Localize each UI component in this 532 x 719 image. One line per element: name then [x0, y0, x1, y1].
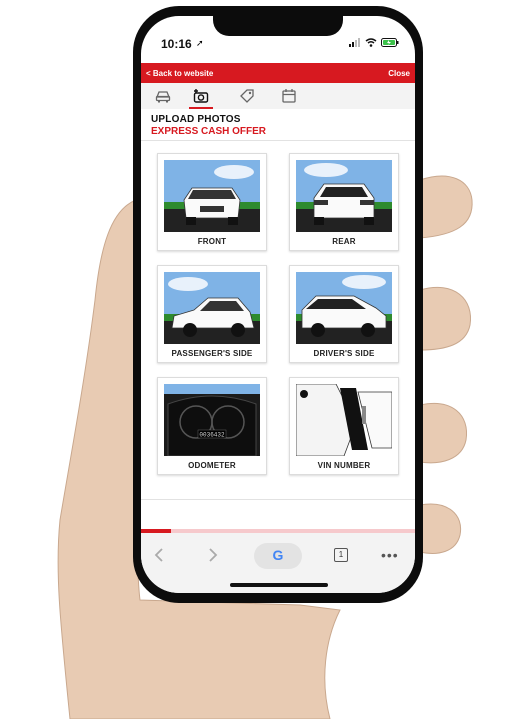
- photo-card-vin-number[interactable]: VIN NUMBER: [289, 377, 399, 475]
- photo-label: ODOMETER: [188, 461, 236, 470]
- photo-card-rear[interactable]: REAR: [289, 153, 399, 251]
- close-button[interactable]: Close: [388, 69, 410, 78]
- price-tag-icon[interactable]: [239, 88, 255, 104]
- header-bar: < Back to website Close: [141, 63, 415, 83]
- status-time: 10:16: [161, 37, 192, 51]
- vin-door-jamb-photo: [296, 384, 392, 456]
- wifi-icon: [365, 38, 377, 47]
- google-search-button[interactable]: G: [254, 543, 302, 569]
- battery-charging-icon: [381, 38, 399, 47]
- page-subtitle: EXPRESS CASH OFFER: [151, 126, 267, 137]
- camera-plus-icon[interactable]: [193, 88, 209, 104]
- home-indicator: [230, 583, 328, 587]
- photo-label: FRONT: [197, 237, 227, 246]
- car-drivers-side-photo: [296, 272, 392, 344]
- car-front-photo: [164, 160, 260, 232]
- chevron-left-icon[interactable]: [154, 547, 164, 563]
- photo-card-odometer[interactable]: 0036432 ODOMETER: [157, 377, 267, 475]
- tab-switcher-button[interactable]: 1: [334, 548, 348, 562]
- active-tab-indicator: [189, 107, 213, 109]
- page-title: UPLOAD PHOTOS: [151, 114, 241, 125]
- car-rear-photo: [296, 160, 392, 232]
- status-bar: 10:16 ➚: [141, 16, 415, 62]
- car-passenger-side-photo: [164, 272, 260, 344]
- photo-card-front[interactable]: FRONT: [157, 153, 267, 251]
- chevron-right-icon[interactable]: [208, 547, 218, 563]
- photo-label: PASSENGER'S SIDE: [171, 349, 253, 358]
- phone-notch: [213, 16, 343, 36]
- location-arrow-icon: ➚: [196, 38, 204, 48]
- calendar-icon[interactable]: [281, 88, 297, 104]
- step-tabs: [141, 83, 415, 109]
- divider: [141, 140, 415, 141]
- phone-screen: 10:16 ➚ < Back to website Close UPLOAD P…: [141, 16, 415, 593]
- divider: [141, 499, 415, 500]
- photo-card-drivers-side[interactable]: DRIVER'S SIDE: [289, 265, 399, 363]
- more-dots-icon[interactable]: •••: [381, 547, 399, 563]
- odometer-photo: 0036432: [164, 384, 260, 456]
- photo-card-passenger-side[interactable]: PASSENGER'S SIDE: [157, 265, 267, 363]
- signal-bars-icon: [349, 38, 360, 47]
- google-logo: G: [272, 547, 284, 563]
- photo-label: DRIVER'S SIDE: [313, 349, 375, 358]
- photo-label: REAR: [332, 237, 356, 246]
- odometer-reading: 0036432: [199, 432, 225, 439]
- page-heading: UPLOAD PHOTOS EXPRESS CASH OFFER: [151, 114, 266, 137]
- photo-label: VIN NUMBER: [317, 461, 371, 470]
- car-icon[interactable]: [155, 88, 171, 104]
- back-to-website-link[interactable]: < Back to website: [146, 69, 213, 78]
